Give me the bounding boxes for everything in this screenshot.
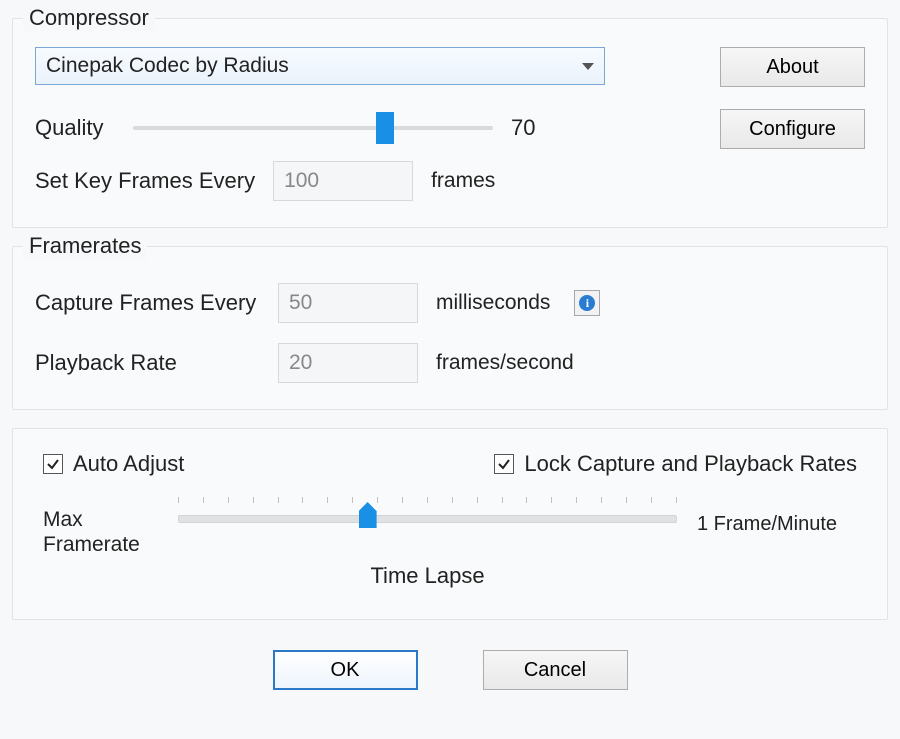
keyframes-input[interactable] <box>273 161 413 201</box>
compressor-group: Compressor Cinepak Codec by Radius About… <box>12 18 888 228</box>
checkbox-icon <box>494 454 514 474</box>
configure-button[interactable]: Configure <box>720 109 865 149</box>
framerates-title: Framerates <box>23 233 147 259</box>
keyframes-unit: frames <box>431 169 495 193</box>
keyframes-label: Set Key Frames Every <box>35 168 255 194</box>
time-lapse-slider[interactable]: Time Lapse <box>178 507 677 589</box>
auto-adjust-label: Auto Adjust <box>73 451 184 477</box>
playback-unit: frames/second <box>436 351 574 375</box>
capture-unit: milliseconds <box>436 291 550 315</box>
auto-adjust-checkbox[interactable]: Auto Adjust <box>43 451 184 477</box>
ok-button[interactable]: OK <box>273 650 418 690</box>
compressor-title: Compressor <box>23 5 155 31</box>
cancel-button[interactable]: Cancel <box>483 650 628 690</box>
codec-selected-text: Cinepak Codec by Radius <box>46 54 289 78</box>
time-lapse-caption: Time Lapse <box>178 563 677 589</box>
playback-label: Playback Rate <box>35 350 260 376</box>
about-button[interactable]: About <box>720 47 865 87</box>
lock-rates-checkbox[interactable]: Lock Capture and Playback Rates <box>494 451 857 477</box>
footer-buttons: OK Cancel <box>12 650 888 690</box>
codec-dropdown[interactable]: Cinepak Codec by Radius <box>35 47 605 85</box>
capture-input[interactable] <box>278 283 418 323</box>
playback-input[interactable] <box>278 343 418 383</box>
capture-label: Capture Frames Every <box>35 290 260 316</box>
quality-value: 70 <box>511 115 551 141</box>
checkbox-icon <box>43 454 63 474</box>
info-icon[interactable]: i <box>574 290 600 316</box>
adjust-group: Auto Adjust Lock Capture and Playback Ra… <box>12 428 888 620</box>
slider-end-label: 1 Frame/Minute <box>697 507 857 536</box>
lock-rates-label: Lock Capture and Playback Rates <box>524 451 857 477</box>
quality-label: Quality <box>35 115 115 141</box>
framerates-group: Framerates Capture Frames Every millisec… <box>12 246 888 410</box>
chevron-down-icon <box>582 63 594 70</box>
max-framerate-label: Max Framerate <box>43 507 158 557</box>
quality-slider[interactable] <box>133 116 493 140</box>
